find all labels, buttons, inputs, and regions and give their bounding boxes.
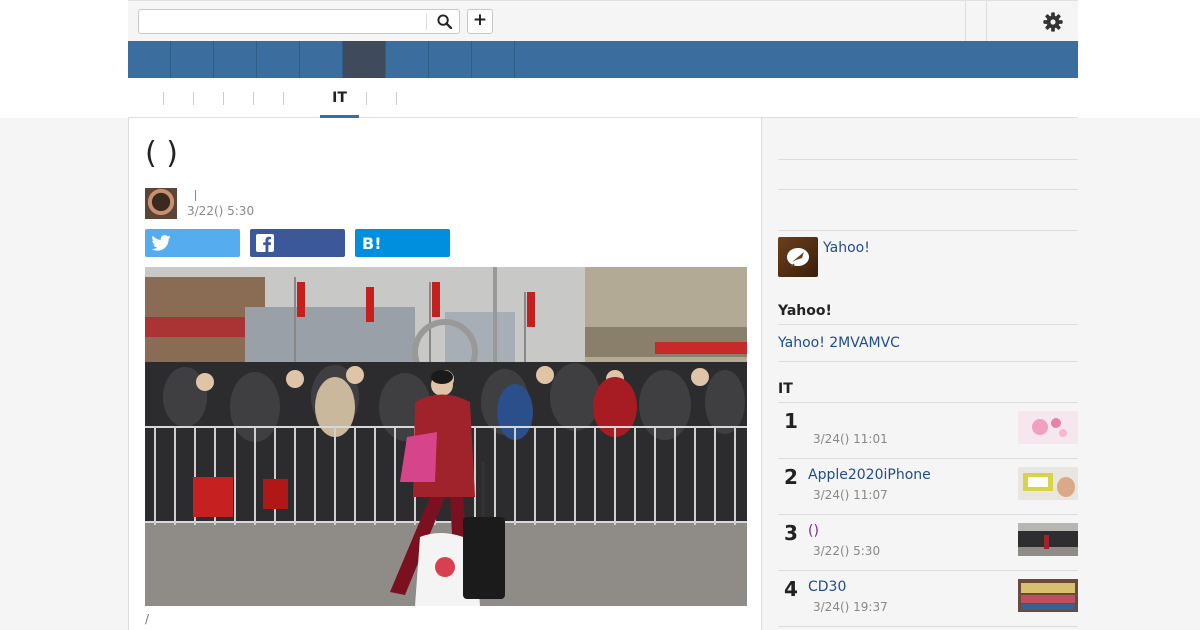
nav-tab[interactable]: [214, 41, 257, 78]
nav-tab-active[interactable]: [343, 41, 386, 78]
rank-date: 3/24() 11:01: [813, 432, 888, 446]
facebook-icon: [256, 234, 274, 252]
toolbar-divider: [965, 1, 966, 41]
author-avatar[interactable]: [145, 188, 177, 219]
search-icon: [436, 14, 452, 29]
nav-tab[interactable]: [257, 41, 300, 78]
twitter-icon: [151, 235, 171, 251]
rank-title[interactable]: (): [808, 523, 819, 539]
rank-title[interactable]: CD30: [808, 579, 846, 595]
nav-tab[interactable]: [128, 41, 171, 78]
nav-tab[interactable]: [429, 41, 472, 78]
search-input[interactable]: [143, 12, 423, 31]
rank-thumbnail[interactable]: [1018, 411, 1078, 444]
search-bar: +: [128, 0, 1078, 41]
article-date: 3/22() 5:30: [187, 204, 255, 218]
sidebar-section-heading: Yahoo!: [778, 303, 832, 319]
subnav-divider: [366, 92, 367, 105]
rank-title[interactable]: Apple2020iPhone: [808, 467, 931, 483]
ranking-heading: IT: [778, 381, 793, 397]
ranking-item[interactable]: 4 CD30 3/24() 19:37: [778, 571, 1078, 627]
rank-thumbnail[interactable]: [1018, 579, 1078, 612]
nav-tab[interactable]: [171, 41, 214, 78]
sidebar-divider: [778, 189, 1078, 190]
gear-icon[interactable]: [1042, 11, 1064, 33]
subnav-tab-it[interactable]: IT: [320, 78, 359, 118]
promo-link[interactable]: Yahoo!: [823, 240, 870, 256]
rank-thumbnail[interactable]: [1018, 523, 1078, 556]
promo-icon[interactable]: [778, 237, 818, 277]
sidebar: Yahoo! Yahoo! Yahoo! 2MVAMVC IT 1 3/24()…: [778, 118, 1078, 630]
subnav-divider: [396, 92, 397, 105]
rank-number: 4: [784, 577, 798, 601]
toolbar-divider: [986, 1, 987, 41]
rank-date: 3/24() 11:07: [813, 488, 888, 502]
category-nav: [128, 41, 1078, 78]
rank-date: 3/22() 5:30: [813, 544, 881, 558]
sidebar-divider: [778, 324, 1078, 325]
article: ( ) 3/22() 5:30 B! /: [128, 118, 762, 630]
twitter-share-button[interactable]: [145, 229, 240, 257]
sidebar-divider: [778, 159, 1078, 160]
author-divider: [195, 190, 196, 201]
feather-pen-icon: [787, 248, 809, 268]
sidebar-divider: [778, 230, 1078, 231]
subnav-divider: [163, 92, 164, 105]
rank-number: 2: [784, 465, 798, 489]
subnav-divider: [283, 92, 284, 105]
article-photo[interactable]: [145, 267, 747, 606]
ranking-item[interactable]: 2 Apple2020iPhone 3/24() 11:07: [778, 459, 1078, 515]
hatena-bookmark-icon: B!: [362, 234, 382, 252]
nav-tab[interactable]: [386, 41, 429, 78]
hatena-bookmark-button[interactable]: B!: [355, 229, 450, 257]
svg-text:B!: B!: [362, 234, 382, 252]
subnav-divider: [253, 92, 254, 105]
rank-thumbnail[interactable]: [1018, 467, 1078, 500]
sidebar-sub-link[interactable]: Yahoo! 2MVAMVC: [778, 335, 900, 351]
sub-nav: IT: [128, 78, 1078, 118]
photo-caption: /: [145, 612, 150, 626]
search-divider: [426, 14, 427, 30]
add-button[interactable]: +: [467, 9, 493, 34]
rank-number: 1: [784, 409, 798, 433]
sidebar-divider: [778, 361, 1078, 362]
rank-date: 3/24() 19:37: [813, 600, 888, 614]
nav-tab[interactable]: [472, 41, 515, 78]
facebook-share-button[interactable]: [250, 229, 345, 257]
subnav-divider: [193, 92, 194, 105]
search-box: [138, 9, 460, 34]
nav-tab[interactable]: [300, 41, 343, 78]
article-headline: ( ): [145, 136, 178, 171]
subnav-divider: [223, 92, 224, 105]
rank-number: 3: [784, 521, 798, 545]
ranking-item[interactable]: 3 () 3/22() 5:30: [778, 515, 1078, 571]
search-button[interactable]: [431, 11, 457, 32]
ranking-item[interactable]: 1 3/24() 11:01: [778, 403, 1078, 459]
